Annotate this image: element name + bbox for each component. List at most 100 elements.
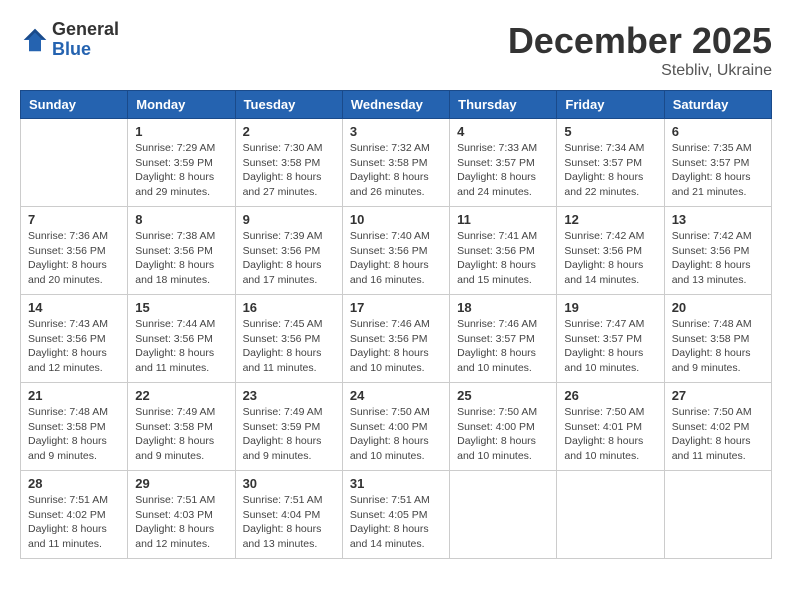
calendar-week-2: 7 Sunrise: 7:36 AMSunset: 3:56 PMDaylight…	[21, 207, 772, 295]
day-number: 21	[28, 388, 120, 403]
day-info: Sunrise: 7:32 AMSunset: 3:58 PMDaylight:…	[350, 141, 442, 200]
logo-icon	[20, 25, 50, 55]
day-info: Sunrise: 7:51 AMSunset: 4:03 PMDaylight:…	[135, 493, 227, 552]
calendar-cell: 8Sunrise: 7:38 AMSunset: 3:56 PMDaylight…	[128, 207, 235, 295]
logo: General Blue	[20, 20, 119, 60]
calendar-cell: 7 Sunrise: 7:36 AMSunset: 3:56 PMDaylight…	[21, 207, 128, 295]
logo-blue-text: Blue	[52, 40, 119, 60]
day-info: Sunrise: 7:51 AMSunset: 4:02 PMDaylight:…	[28, 493, 120, 552]
day-number: 18	[457, 300, 549, 315]
calendar-header-wednesday: Wednesday	[342, 91, 449, 119]
day-number: 11	[457, 212, 549, 227]
calendar-cell	[557, 471, 664, 559]
day-info: Sunrise: 7:46 AMSunset: 3:57 PMDaylight:…	[457, 317, 549, 376]
title-section: December 2025 Stebliv, Ukraine	[508, 20, 772, 80]
calendar-cell: 17 Sunrise: 7:46 AMSunset: 3:56 PMDayligh…	[342, 295, 449, 383]
calendar-cell: 25 Sunrise: 7:50 AMSunset: 4:00 PMDayligh…	[450, 383, 557, 471]
day-number: 28	[28, 476, 120, 491]
day-number: 15	[135, 300, 227, 315]
day-number: 24	[350, 388, 442, 403]
calendar-week-4: 21 Sunrise: 7:48 AMSunset: 3:58 PMDayligh…	[21, 383, 772, 471]
calendar-cell: 18 Sunrise: 7:46 AMSunset: 3:57 PMDayligh…	[450, 295, 557, 383]
calendar-cell: 31 Sunrise: 7:51 AMSunset: 4:05 PMDayligh…	[342, 471, 449, 559]
day-number: 5	[564, 124, 656, 139]
day-info: Sunrise: 7:47 AMSunset: 3:57 PMDaylight:…	[564, 317, 656, 376]
day-info: Sunrise: 7:40 AMSunset: 3:56 PMDaylight:…	[350, 229, 442, 288]
calendar-header-sunday: Sunday	[21, 91, 128, 119]
calendar-cell: 30Sunrise: 7:51 AMSunset: 4:04 PMDayligh…	[235, 471, 342, 559]
day-info: Sunrise: 7:33 AMSunset: 3:57 PMDaylight:…	[457, 141, 549, 200]
calendar-week-3: 14 Sunrise: 7:43 AMSunset: 3:56 PMDayligh…	[21, 295, 772, 383]
calendar-cell: 1 Sunrise: 7:29 AMSunset: 3:59 PMDaylight…	[128, 119, 235, 207]
day-number: 10	[350, 212, 442, 227]
calendar-header-tuesday: Tuesday	[235, 91, 342, 119]
day-number: 1	[135, 124, 227, 139]
day-info: Sunrise: 7:44 AMSunset: 3:56 PMDaylight:…	[135, 317, 227, 376]
calendar-cell: 15 Sunrise: 7:44 AMSunset: 3:56 PMDayligh…	[128, 295, 235, 383]
calendar-cell: 6Sunrise: 7:35 AMSunset: 3:57 PMDaylight…	[664, 119, 771, 207]
day-info: Sunrise: 7:50 AMSunset: 4:00 PMDaylight:…	[350, 405, 442, 464]
day-info: Sunrise: 7:50 AMSunset: 4:01 PMDaylight:…	[564, 405, 656, 464]
calendar-cell: 5 Sunrise: 7:34 AMSunset: 3:57 PMDaylight…	[557, 119, 664, 207]
day-info: Sunrise: 7:36 AMSunset: 3:56 PMDaylight:…	[28, 229, 120, 288]
calendar-cell	[450, 471, 557, 559]
calendar-cell: 4Sunrise: 7:33 AMSunset: 3:57 PMDaylight…	[450, 119, 557, 207]
calendar-week-1: 1 Sunrise: 7:29 AMSunset: 3:59 PMDaylight…	[21, 119, 772, 207]
calendar-cell: 3Sunrise: 7:32 AMSunset: 3:58 PMDaylight…	[342, 119, 449, 207]
day-number: 31	[350, 476, 442, 491]
day-number: 14	[28, 300, 120, 315]
day-number: 2	[243, 124, 335, 139]
day-info: Sunrise: 7:39 AMSunset: 3:56 PMDaylight:…	[243, 229, 335, 288]
page-header: General Blue December 2025 Stebliv, Ukra…	[20, 20, 772, 80]
calendar-cell: 13 Sunrise: 7:42 AMSunset: 3:56 PMDayligh…	[664, 207, 771, 295]
day-info: Sunrise: 7:46 AMSunset: 3:56 PMDaylight:…	[350, 317, 442, 376]
calendar-table: SundayMondayTuesdayWednesdayThursdayFrid…	[20, 90, 772, 559]
month-title: December 2025	[508, 20, 772, 62]
day-info: Sunrise: 7:50 AMSunset: 4:02 PMDaylight:…	[672, 405, 764, 464]
calendar-header-saturday: Saturday	[664, 91, 771, 119]
day-info: Sunrise: 7:49 AMSunset: 3:58 PMDaylight:…	[135, 405, 227, 464]
day-number: 30	[243, 476, 335, 491]
calendar-cell: 29 Sunrise: 7:51 AMSunset: 4:03 PMDayligh…	[128, 471, 235, 559]
calendar-cell: 28 Sunrise: 7:51 AMSunset: 4:02 PMDayligh…	[21, 471, 128, 559]
calendar-cell	[21, 119, 128, 207]
day-number: 22	[135, 388, 227, 403]
logo-text: General Blue	[52, 20, 119, 60]
calendar-week-5: 28 Sunrise: 7:51 AMSunset: 4:02 PMDayligh…	[21, 471, 772, 559]
day-number: 20	[672, 300, 764, 315]
day-number: 29	[135, 476, 227, 491]
day-number: 13	[672, 212, 764, 227]
calendar-cell	[664, 471, 771, 559]
day-info: Sunrise: 7:49 AMSunset: 3:59 PMDaylight:…	[243, 405, 335, 464]
day-number: 8	[135, 212, 227, 227]
day-number: 6	[672, 124, 764, 139]
day-number: 27	[672, 388, 764, 403]
day-info: Sunrise: 7:42 AMSunset: 3:56 PMDaylight:…	[672, 229, 764, 288]
calendar-cell: 23 Sunrise: 7:49 AMSunset: 3:59 PMDayligh…	[235, 383, 342, 471]
day-number: 19	[564, 300, 656, 315]
calendar-cell: 10 Sunrise: 7:40 AMSunset: 3:56 PMDayligh…	[342, 207, 449, 295]
calendar-cell: 21 Sunrise: 7:48 AMSunset: 3:58 PMDayligh…	[21, 383, 128, 471]
calendar-header-row: SundayMondayTuesdayWednesdayThursdayFrid…	[21, 91, 772, 119]
day-info: Sunrise: 7:42 AMSunset: 3:56 PMDaylight:…	[564, 229, 656, 288]
day-info: Sunrise: 7:34 AMSunset: 3:57 PMDaylight:…	[564, 141, 656, 200]
day-info: Sunrise: 7:51 AMSunset: 4:05 PMDaylight:…	[350, 493, 442, 552]
day-info: Sunrise: 7:50 AMSunset: 4:00 PMDaylight:…	[457, 405, 549, 464]
calendar-cell: 14 Sunrise: 7:43 AMSunset: 3:56 PMDayligh…	[21, 295, 128, 383]
calendar-cell: 22 Sunrise: 7:49 AMSunset: 3:58 PMDayligh…	[128, 383, 235, 471]
day-number: 17	[350, 300, 442, 315]
day-number: 23	[243, 388, 335, 403]
calendar-cell: 9Sunrise: 7:39 AMSunset: 3:56 PMDaylight…	[235, 207, 342, 295]
day-number: 16	[243, 300, 335, 315]
day-info: Sunrise: 7:29 AMSunset: 3:59 PMDaylight:…	[135, 141, 227, 200]
day-number: 25	[457, 388, 549, 403]
day-number: 12	[564, 212, 656, 227]
day-info: Sunrise: 7:45 AMSunset: 3:56 PMDaylight:…	[243, 317, 335, 376]
day-info: Sunrise: 7:43 AMSunset: 3:56 PMDaylight:…	[28, 317, 120, 376]
day-number: 26	[564, 388, 656, 403]
calendar-header-thursday: Thursday	[450, 91, 557, 119]
day-info: Sunrise: 7:48 AMSunset: 3:58 PMDaylight:…	[28, 405, 120, 464]
day-number: 7	[28, 212, 120, 227]
day-info: Sunrise: 7:41 AMSunset: 3:56 PMDaylight:…	[457, 229, 549, 288]
calendar-cell: 24 Sunrise: 7:50 AMSunset: 4:00 PMDayligh…	[342, 383, 449, 471]
